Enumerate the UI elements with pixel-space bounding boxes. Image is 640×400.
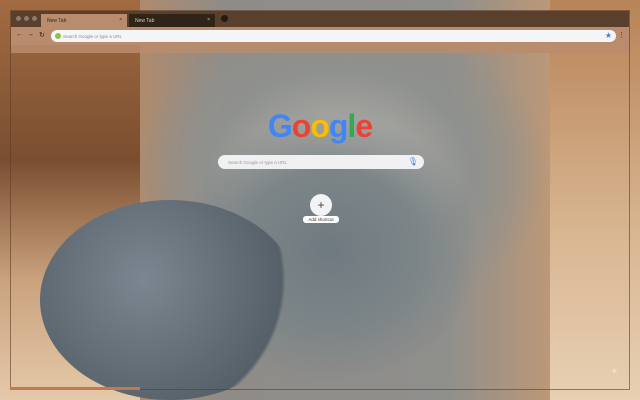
- forward-icon[interactable]: →: [27, 31, 34, 38]
- customize-gear-icon[interactable]: ✲: [612, 368, 617, 375]
- window-controls[interactable]: [16, 16, 37, 21]
- add-shortcut-button[interactable]: +: [310, 194, 332, 216]
- ntp-search-box[interactable]: Search Google or type a URL 🎙: [218, 155, 424, 169]
- plus-icon: +: [317, 198, 325, 212]
- omnibox-placeholder: Search Google or type a URL: [63, 33, 123, 39]
- new-tab-button[interactable]: [221, 15, 228, 22]
- logo-letter: o: [291, 108, 312, 144]
- logo-letter: o: [310, 108, 330, 144]
- search-placeholder: Search Google or type a URL: [228, 159, 288, 165]
- close-tab-icon[interactable]: ×: [207, 17, 210, 23]
- theme-attribution-bar: [10, 387, 140, 390]
- tab-new-tab[interactable]: New Tab ×: [129, 14, 215, 27]
- logo-letter: e: [355, 108, 373, 144]
- omnibox[interactable]: Search Google or type a URL ★: [51, 30, 616, 42]
- toolbar: ← → ↻ Search Google or type a URL ★ ⋮: [11, 27, 629, 45]
- add-shortcut-label: Add shortcut: [303, 216, 339, 223]
- tab-title: New Tab: [47, 18, 67, 24]
- maximize-button[interactable]: [32, 16, 37, 21]
- reload-icon[interactable]: ↻: [39, 31, 45, 39]
- minimize-button[interactable]: [24, 16, 29, 21]
- google-logo: Google: [0, 108, 640, 145]
- logo-letter: g: [328, 108, 349, 144]
- menu-icon[interactable]: ⋮: [618, 31, 625, 39]
- tab-strip: New Tab × New Tab ×: [11, 11, 629, 27]
- tab-title: New Tab: [135, 18, 155, 24]
- bookmarks-bar: [11, 45, 629, 53]
- close-tab-icon[interactable]: ×: [119, 17, 122, 23]
- back-icon[interactable]: ←: [16, 31, 23, 38]
- logo-letter: G: [267, 108, 293, 144]
- google-icon: [55, 33, 61, 39]
- tab-new-tab-active[interactable]: New Tab ×: [41, 14, 127, 27]
- bookmark-star-icon[interactable]: ★: [605, 31, 612, 40]
- microphone-icon[interactable]: 🎙: [408, 157, 418, 166]
- close-window-button[interactable]: [16, 16, 21, 21]
